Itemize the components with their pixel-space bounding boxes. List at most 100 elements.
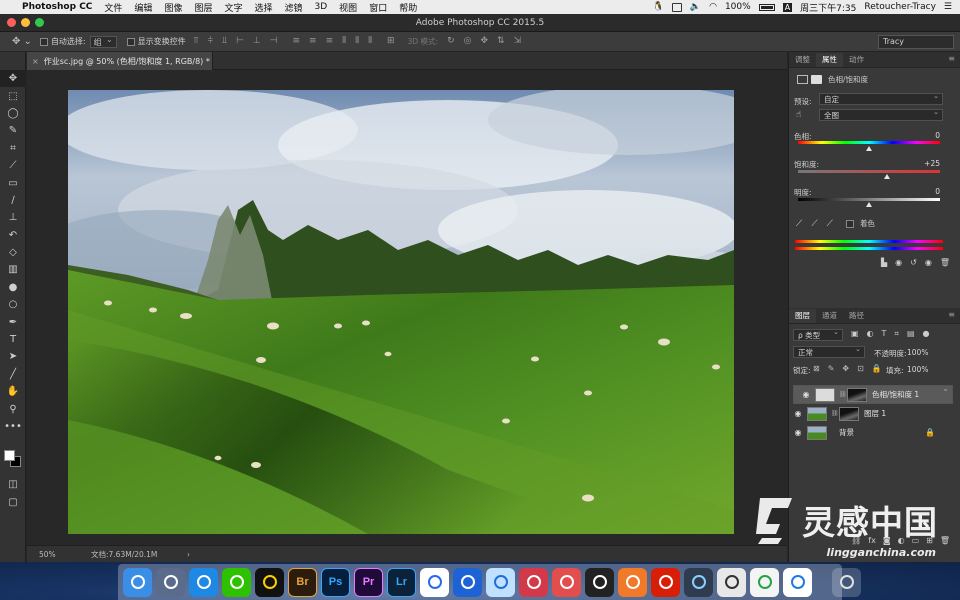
screen-mode-icon[interactable]: ▢ xyxy=(0,494,26,511)
tab-channels[interactable]: 通道 xyxy=(816,309,843,323)
screen-icon[interactable] xyxy=(671,2,682,12)
lock-pixels-icon[interactable]: ✎ xyxy=(828,364,835,373)
player-icon[interactable] xyxy=(552,567,581,597)
eraser-tool-icon[interactable]: ◇ xyxy=(0,244,26,261)
hue-slider-thumb[interactable] xyxy=(866,146,872,151)
fill-value[interactable]: 100% xyxy=(907,365,928,374)
menu-window[interactable]: 窗口 xyxy=(369,1,387,14)
blur-tool-icon[interactable]: ● xyxy=(0,279,26,296)
delete-layer-icon[interactable]: 🗑 xyxy=(940,536,950,545)
hue-slider[interactable] xyxy=(798,141,940,144)
crop-tool-icon[interactable]: ⌗ xyxy=(0,140,26,157)
lock-transparent-icon[interactable]: ⊠ xyxy=(813,364,820,373)
app-menu[interactable]: Photoshop CC xyxy=(22,2,92,12)
qq-icon[interactable] xyxy=(255,567,284,597)
menu-view[interactable]: 视图 xyxy=(339,1,357,14)
lightness-value[interactable]: 0 xyxy=(935,187,940,196)
lock-artboard-icon[interactable]: ⊡ xyxy=(857,364,864,373)
user-menu[interactable]: Retoucher-Tracy xyxy=(864,2,936,12)
eyedropper-add-icon[interactable]: ⟋ xyxy=(811,219,817,229)
menu-image[interactable]: 图像 xyxy=(164,1,182,14)
input-method-icon[interactable]: A xyxy=(782,2,793,12)
close-window-button[interactable] xyxy=(7,18,16,27)
layer-name[interactable]: 图层 1 xyxy=(864,408,886,419)
healing-brush-tool-icon[interactable]: ▭ xyxy=(0,174,26,191)
3d-scale-icon[interactable]: ⇲ xyxy=(514,36,522,47)
tab-adjustments[interactable]: 调整 xyxy=(789,53,816,67)
finder-icon[interactable] xyxy=(123,567,152,597)
layer-lock-icon[interactable]: 🔒 xyxy=(925,428,935,437)
align-vcenter-icon[interactable]: ⫩ xyxy=(208,36,213,47)
bridge-icon[interactable]: Br xyxy=(288,567,317,597)
pen-tool-icon[interactable]: ✒ xyxy=(0,313,26,330)
close-tab-icon[interactable]: × xyxy=(32,57,39,66)
eyedropper-icon[interactable]: ⟋ xyxy=(796,219,802,229)
trash-icon[interactable] xyxy=(832,567,861,597)
keynote-icon[interactable] xyxy=(783,567,812,597)
one-password-icon[interactable] xyxy=(486,567,515,597)
filter-shape-icon[interactable]: ⌗ xyxy=(894,329,899,339)
eyedropper-subtract-icon[interactable]: ⟋ xyxy=(827,219,833,229)
numbers-icon[interactable] xyxy=(750,567,779,597)
adjustment-layer-icon[interactable] xyxy=(797,75,808,84)
history-brush-tool-icon[interactable]: ↶ xyxy=(0,227,26,244)
notification-center-icon[interactable]: ☰ xyxy=(944,2,952,12)
more-tools-icon[interactable]: ••• xyxy=(0,418,26,435)
premiere-icon[interactable]: Pr xyxy=(354,567,383,597)
filter-type-icon[interactable]: T xyxy=(882,329,887,339)
minimize-window-button[interactable] xyxy=(21,18,30,27)
menu-layer[interactable]: 图层 xyxy=(194,1,212,14)
tab-paths[interactable]: 路径 xyxy=(843,309,870,323)
baidu-netdisk-icon[interactable] xyxy=(420,567,449,597)
clip-to-layer-icon[interactable]: ▙ xyxy=(881,258,887,267)
filter-smart-object-icon[interactable]: ▤ xyxy=(907,329,915,339)
visibility-eye-icon[interactable]: ◉ xyxy=(797,389,815,400)
quicktime-icon[interactable] xyxy=(684,567,713,597)
zoom-level[interactable]: 50% xyxy=(39,550,91,559)
lightness-slider[interactable] xyxy=(798,198,940,201)
colorize-checkbox[interactable] xyxy=(845,219,854,228)
blend-mode-dropdown[interactable]: 正常 xyxy=(793,344,865,358)
align-hcenter-icon[interactable]: ⊥ xyxy=(253,36,261,47)
document-size[interactable]: 文档:7.63M/20.1M xyxy=(91,549,187,560)
tab-properties[interactable]: 属性 xyxy=(816,53,843,67)
layer-mask-thumbnail[interactable] xyxy=(839,406,859,421)
gradient-tool-icon[interactable]: ▥ xyxy=(0,261,26,278)
safari-icon[interactable] xyxy=(189,567,218,597)
lightroom-icon[interactable]: Lr xyxy=(387,567,416,597)
layer-row-hue-saturation[interactable]: ◉ ⛓ 色相/饱和度 1 xyxy=(793,383,953,404)
lightness-slider-thumb[interactable] xyxy=(866,202,872,207)
distribute-vcenter-icon[interactable]: ≡ xyxy=(309,36,317,47)
battery-percent[interactable]: 100% xyxy=(725,2,751,12)
layers-menu-icon[interactable]: ≡ xyxy=(948,310,955,319)
align-left-icon[interactable]: ⊢ xyxy=(236,36,244,47)
screen-recorder-icon[interactable] xyxy=(453,567,482,597)
auto-align-icon[interactable]: ⊞ xyxy=(387,36,395,47)
layer-mask-thumbnail[interactable] xyxy=(847,387,867,402)
menu-help[interactable]: 帮助 xyxy=(399,1,417,14)
filter-pixel-icon[interactable]: ▣ xyxy=(851,329,859,339)
layer-row-background[interactable]: ◉ 背景 🔒 xyxy=(789,423,949,442)
clone-stamp-tool-icon[interactable]: ⊥ xyxy=(0,209,26,226)
3d-rotate-icon[interactable]: ↻ xyxy=(447,36,455,47)
zoom-tool-icon[interactable]: ⚲ xyxy=(0,400,26,417)
type-tool-icon[interactable]: T xyxy=(0,331,26,348)
align-bottom-icon[interactable]: ⫫ xyxy=(222,36,227,47)
quick-mask-icon[interactable]: ◫ xyxy=(0,476,26,493)
filter-adjustment-icon[interactable]: ◐ xyxy=(867,329,874,339)
document-tab[interactable]: × 作业sc.jpg @ 50% (色相/饱和度 1, RGB/8) * xyxy=(27,52,213,70)
filter-toggle-icon[interactable]: ● xyxy=(923,329,930,339)
menu-type[interactable]: 文字 xyxy=(224,1,242,14)
image-canvas[interactable] xyxy=(68,90,734,534)
reset-icon[interactable]: ↺ xyxy=(910,258,917,267)
layer-name[interactable]: 色相/饱和度 1 xyxy=(872,389,919,400)
foreground-color-swatch[interactable] xyxy=(4,450,15,461)
align-right-icon[interactable]: ⊣ xyxy=(270,36,278,47)
hue-value[interactable]: 0 xyxy=(935,131,940,140)
opacity-value[interactable]: 100% xyxy=(907,348,928,357)
distribute-top-icon[interactable]: ≡ xyxy=(293,36,301,47)
3d-slide-icon[interactable]: ⇅ xyxy=(497,36,505,47)
menu-filter[interactable]: 滤镜 xyxy=(285,1,303,14)
layer-filter-dropdown[interactable]: ρ 类型 xyxy=(793,327,843,341)
clock[interactable]: 周三下午7:35 xyxy=(800,1,856,14)
